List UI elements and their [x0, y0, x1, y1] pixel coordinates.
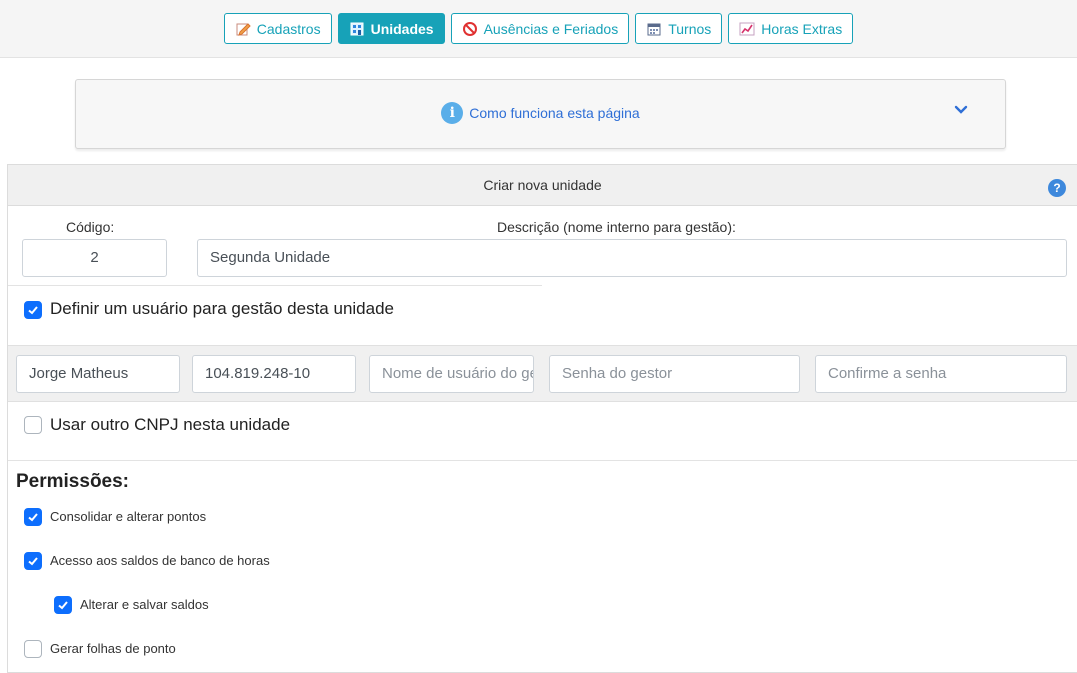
cnpj-checkbox[interactable] [24, 416, 42, 434]
nav-label: Ausências e Feriados [483, 20, 619, 37]
chevron-down-icon[interactable] [953, 102, 969, 118]
check-icon [28, 306, 38, 315]
nav-button-horas-extras[interactable]: Horas Extras [728, 13, 854, 44]
manager-confirm-password-input[interactable]: Confirme a senha [815, 355, 1067, 393]
nav-label: Turnos [668, 20, 712, 37]
manager-username-input[interactable]: Nome de usuário do gestor [369, 355, 534, 393]
question-icon[interactable]: ? [1048, 179, 1066, 197]
check-icon [58, 601, 68, 610]
permission-checkbox-folhas[interactable] [24, 640, 42, 658]
permission-label: Alterar e salvar saldos [80, 597, 209, 612]
permission-label: Consolidar e alterar pontos [50, 509, 207, 524]
calendar-icon [647, 23, 661, 35]
create-unit-card: Criar nova unidade ? Código: Descrição (… [7, 164, 1077, 673]
building-icon [350, 22, 364, 35]
permissions-title: Permissões: [16, 471, 130, 492]
descricao-input[interactable]: Segunda Unidade [197, 239, 1067, 277]
section-divider [8, 460, 1077, 461]
nav-button-unidades[interactable]: Unidades [337, 13, 445, 44]
nav-button-ausencias[interactable]: Ausências e Feriados [450, 13, 630, 44]
manager-fields-band: Jorge Matheus 104.819.248-10 Nome de usu… [8, 345, 1077, 402]
edit-icon [236, 22, 251, 36]
manager-password-input[interactable]: Senha do gestor [549, 355, 800, 393]
nav-button-turnos[interactable]: Turnos [635, 13, 723, 44]
permission-label: Gerar folhas de ponto [50, 641, 176, 656]
nav-label: Unidades [370, 20, 434, 37]
manager-checkbox-label: Definir um usuário para gestão desta uni… [50, 299, 394, 318]
codigo-label: Código: [66, 219, 115, 235]
permission-checkbox-saldos[interactable] [24, 552, 42, 570]
permission-label: Acesso aos saldos de banco de horas [50, 553, 270, 568]
chart-line-icon [739, 22, 755, 35]
card-title: Criar nova unidade [483, 177, 602, 193]
card-header: Criar nova unidade ? [8, 165, 1077, 206]
check-icon [28, 557, 38, 566]
top-navigation: Cadastros Unidades Ausências e Feriados … [0, 0, 1077, 58]
nav-button-cadastros[interactable]: Cadastros [223, 13, 332, 44]
manager-name-input[interactable]: Jorge Matheus [16, 355, 180, 393]
prohibited-icon [462, 21, 477, 36]
manager-checkbox[interactable] [24, 301, 42, 319]
how-it-works-label: Como funciona esta página [469, 105, 640, 121]
descricao-label: Descrição (nome interno para gestão): [497, 219, 736, 235]
check-icon [28, 513, 38, 522]
nav-label: Horas Extras [761, 20, 843, 37]
info-icon: i [441, 102, 464, 124]
codigo-input[interactable]: 2 [22, 239, 167, 277]
cnpj-checkbox-label: Usar outro CNPJ nesta unidade [50, 415, 291, 434]
permission-checkbox-alterar-saldos[interactable] [54, 596, 72, 614]
how-it-works-panel[interactable]: i Como funciona esta página [75, 79, 1006, 149]
nav-label: Cadastros [256, 20, 321, 37]
manager-cpf-input[interactable]: 104.819.248-10 [192, 355, 356, 393]
permission-checkbox-consolidar[interactable] [24, 508, 42, 526]
row-divider [8, 285, 542, 286]
how-it-works-header[interactable]: i Como funciona esta página [76, 102, 1005, 124]
